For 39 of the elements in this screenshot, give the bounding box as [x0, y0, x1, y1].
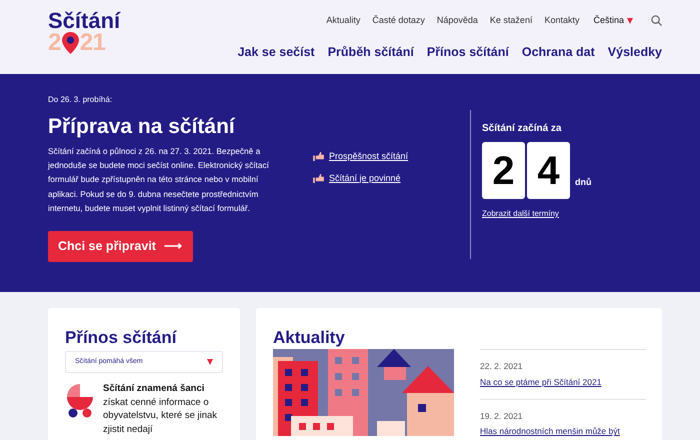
- main-nav-link[interactable]: Jak se sečíst: [238, 42, 315, 62]
- hero-kicker: Do 26. 3. probíhá:: [48, 94, 114, 106]
- countdown-digit: 2: [482, 142, 525, 199]
- language-select[interactable]: Čeština: [593, 14, 633, 28]
- countdown-title: Sčítání začíná za: [482, 122, 562, 136]
- main-nav-link[interactable]: Výsledky: [608, 42, 662, 62]
- top-nav-link[interactable]: Ke stažení: [490, 14, 532, 28]
- main-nav-link[interactable]: Přínos sčítání: [426, 42, 509, 62]
- caret-icon: [627, 18, 633, 24]
- top-nav-link[interactable]: Nápověda: [436, 14, 478, 28]
- pram-icon: [65, 382, 95, 418]
- prepare-button[interactable]: Chci se připravit ⟶: [48, 231, 193, 262]
- more-dates-link[interactable]: Zobrazit další termíny: [482, 208, 592, 220]
- news-date: 19. 2. 2021: [480, 410, 524, 422]
- caret-icon: [207, 359, 213, 365]
- benefits-title: Přínos sčítání: [65, 328, 178, 348]
- thumbs-up-icon: [313, 174, 324, 183]
- logo-title: Sčítání: [48, 10, 120, 32]
- hero-title: Příprava na sčítání: [48, 114, 236, 140]
- map-pin-icon: [62, 32, 79, 54]
- logo-year-start: 2: [48, 32, 61, 54]
- hero-link[interactable]: Prospěšnost sčítání: [329, 150, 408, 164]
- benefit-text: Sčítání znamená šanci získat cenné informace o obyvatelstvu, které se jinak zjistit nedají: [103, 382, 218, 436]
- logo-year-end: 21: [80, 32, 106, 54]
- news-link[interactable]: Hlas národnostních menšin může být: [480, 425, 646, 438]
- top-nav-link[interactable]: Aktuality: [326, 14, 360, 28]
- top-nav-link[interactable]: Časté dotazy: [372, 14, 425, 28]
- countdown-unit: dnů: [575, 176, 592, 188]
- news-link[interactable]: Na co se ptáme při Sčítání 2021: [480, 376, 646, 388]
- hero-link[interactable]: Sčítání je povinné: [329, 172, 401, 185]
- hero-text: Sčítání začíná o půlnoci z 26. na 27. 3. 2021. Bezpečně a jednoduše se budete moci sečíst online. Elektronický sčítací formulář bude zpřístupněn na této stránce nebo v mobilní aplikaci. Pokud se do 9. dubna nesečtete prostřednictvím internetu, budete muset vyplnit listinný sčítací formulář.: [48, 145, 270, 215]
- thumbs-up-icon: [313, 152, 324, 162]
- top-nav-link[interactable]: Kontakty: [544, 14, 580, 28]
- main-nav-link[interactable]: Ochrana dat: [522, 42, 595, 62]
- news-title: Aktuality: [273, 328, 346, 348]
- search-icon[interactable]: [651, 15, 662, 26]
- main-nav-link[interactable]: Průběh sčítání: [328, 42, 414, 62]
- countdown-digit: 4: [527, 142, 570, 199]
- news-date: 22. 2. 2021: [480, 360, 524, 373]
